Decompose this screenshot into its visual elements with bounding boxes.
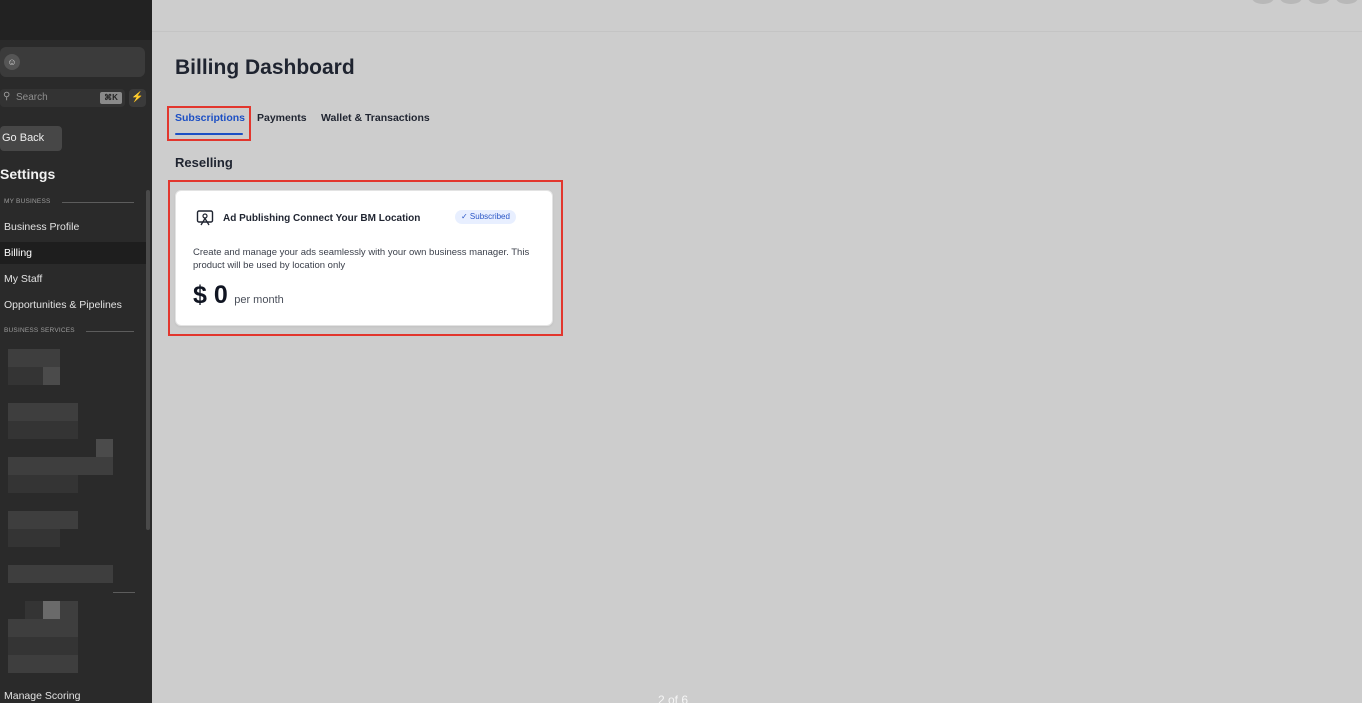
redacted-nav-item [8, 403, 78, 421]
page-title: Billing Dashboard [175, 56, 355, 79]
price-amount: $ 0 [193, 281, 228, 309]
sidebar-item-opportunities[interactable]: Opportunities & Pipelines [0, 294, 148, 316]
shortcut-badge: ⌘K [100, 92, 122, 104]
redacted-nav-item [8, 349, 60, 367]
go-back-button[interactable]: Go Back [0, 126, 62, 151]
redacted-nav-item [43, 601, 60, 619]
card-title: Ad Publishing Connect Your BM Location [223, 213, 421, 224]
card-description: Create and manage your ads seamlessly wi… [193, 247, 530, 271]
price-period: per month [234, 294, 284, 306]
sidebar-item-business-profile[interactable]: Business Profile [0, 216, 148, 238]
sidebar-item-my-staff[interactable]: My Staff [0, 268, 148, 290]
header-icon[interactable] [1336, 0, 1358, 4]
quick-action-bolt-icon[interactable]: ⚡ [129, 89, 146, 107]
header-icon[interactable] [1280, 0, 1302, 4]
subscription-card[interactable]: Ad Publishing Connect Your BM Location ✓… [175, 190, 553, 326]
divider [62, 202, 134, 203]
redacted-nav-item [8, 655, 78, 673]
redacted-nav-item [8, 529, 60, 547]
tab-wallet-transactions[interactable]: Wallet & Transactions [321, 112, 430, 124]
search-row: ⚲ Search ⌘K ⚡ [0, 89, 148, 107]
settings-title: Settings [0, 166, 56, 182]
redacted-nav-item [8, 637, 78, 655]
header-actions [1202, 0, 1362, 6]
redacted-nav-item [8, 367, 43, 385]
search-icon: ⚲ [3, 91, 11, 102]
divider [86, 331, 134, 332]
redacted-nav-item [8, 565, 113, 583]
tab-payments[interactable]: Payments [257, 112, 307, 124]
search-input[interactable]: ⚲ Search ⌘K [0, 89, 125, 107]
section-title-reselling: Reselling [175, 155, 233, 170]
redacted-nav-item [8, 511, 78, 529]
section-label-my-business: MY BUSINESS [4, 198, 51, 205]
sidebar-header [0, 0, 152, 40]
header-icon[interactable] [1308, 0, 1330, 4]
redacted-nav-item [96, 439, 113, 457]
redacted-nav-item [8, 457, 113, 475]
redacted-nav-item [25, 601, 43, 619]
highlight-box-tab [167, 106, 251, 141]
slide-counter: 2 of 6 [658, 693, 689, 703]
top-bar [152, 0, 1362, 32]
header-icon[interactable] [1252, 0, 1274, 4]
location-icon: ☺ [4, 54, 20, 70]
price-block: $ 0 per month [193, 281, 284, 310]
redacted-nav-item [8, 421, 78, 439]
redacted-nav-item [8, 475, 78, 493]
section-label-business-services: BUSINESS SERVICES [4, 327, 75, 334]
sidebar-item-billing[interactable]: Billing [0, 242, 148, 264]
search-placeholder: Search [16, 92, 48, 103]
sidebar-scrollbar[interactable] [146, 190, 150, 530]
divider [113, 592, 135, 593]
subscribed-badge: ✓ Subscribed [455, 210, 516, 224]
sidebar: ☺ ⚲ Search ⌘K ⚡ Go Back Settings MY BUSI… [0, 0, 152, 703]
location-switcher[interactable]: ☺ [0, 47, 145, 77]
redacted-nav-item [8, 619, 78, 637]
redacted-nav-item [43, 367, 60, 385]
sidebar-item-manage-scoring[interactable]: Manage Scoring [0, 685, 148, 703]
redacted-nav-item [60, 601, 78, 619]
ad-publishing-icon [196, 210, 214, 226]
